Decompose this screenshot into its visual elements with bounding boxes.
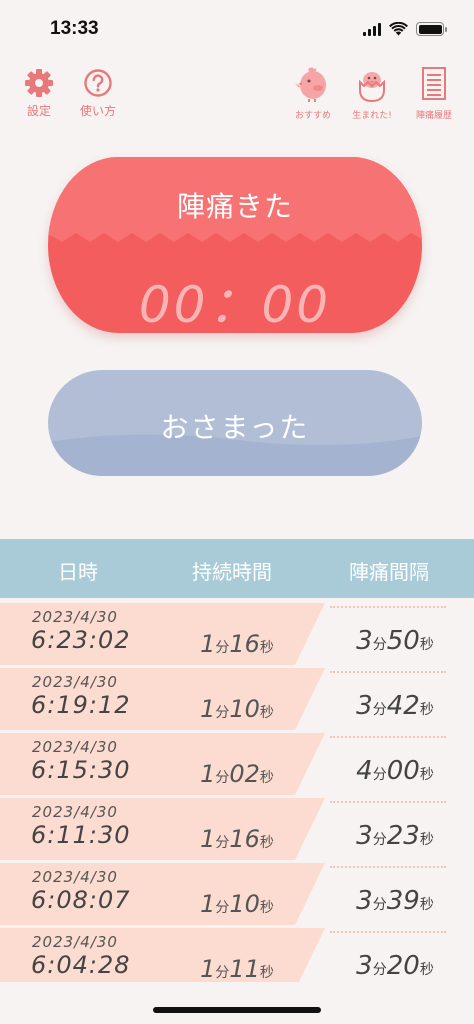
row-dotted-line: [330, 606, 446, 608]
status-time: 13:33: [50, 18, 99, 39]
settings-button[interactable]: 設定: [24, 68, 54, 119]
recommend-button[interactable]: おすすめ: [293, 66, 333, 121]
row-date: 2023/4/30: [32, 738, 118, 756]
history-label: 陣痛履歴: [415, 111, 452, 121]
wifi-icon: [389, 22, 408, 36]
row-interval: 3分50秒: [356, 626, 434, 656]
row-time: 6:23:02: [31, 626, 131, 654]
table-row[interactable]: 2023/4/30 6:08:07 1分10秒 3分39秒: [0, 860, 474, 925]
history-table-header: 日時 持続時間 陣痛間隔: [0, 539, 474, 598]
table-row[interactable]: 2023/4/30 6:19:12 1分10秒 3分42秒: [0, 665, 474, 730]
row-date: 2023/4/30: [32, 673, 118, 691]
row-time: 6:19:12: [31, 691, 131, 719]
table-row[interactable]: 2023/4/30 6:04:28 1分11秒 3分20秒: [0, 925, 474, 982]
contraction-timer: 00：00: [138, 276, 332, 333]
row-interval: 4分00秒: [356, 756, 434, 786]
document-list-icon: [422, 67, 446, 100]
contraction-stop-button[interactable]: おさまった: [48, 370, 422, 476]
row-duration: 1分16秒: [200, 825, 274, 853]
chick-icon: [295, 67, 326, 102]
gear-icon: [25, 69, 53, 97]
table-row[interactable]: 2023/4/30 6:11:30 1分16秒 3分23秒: [0, 795, 474, 860]
header-interval: 陣痛間隔: [349, 560, 429, 584]
row-date: 2023/4/30: [32, 933, 118, 951]
row-dotted-line: [330, 671, 446, 673]
contraction-stop-label: おさまった: [160, 411, 310, 444]
status-icons: [363, 22, 447, 36]
row-duration: 1分11秒: [200, 955, 274, 982]
row-date: 2023/4/30: [32, 608, 118, 626]
table-row[interactable]: 2023/4/30 6:15:30 1分02秒 4分00秒: [0, 730, 474, 795]
row-date: 2023/4/30: [32, 803, 118, 821]
howto-button[interactable]: 使い方: [80, 68, 116, 119]
recommend-label: おすすめ: [294, 111, 331, 121]
settings-label: 設定: [26, 104, 51, 118]
status-bar: 13:33: [0, 0, 474, 60]
question-circle-icon: [84, 69, 112, 97]
row-duration: 1分10秒: [200, 695, 274, 723]
header-datetime: 日時: [58, 560, 98, 584]
row-dotted-line: [330, 866, 446, 868]
history-list[interactable]: 2023/4/30 6:23:02 1分16秒 3分50秒 2023/4/30 …: [0, 600, 474, 982]
row-time: 6:08:07: [31, 886, 131, 914]
row-time: 6:11:30: [31, 821, 131, 849]
row-interval: 3分39秒: [356, 886, 434, 916]
row-date: 2023/4/30: [32, 868, 118, 886]
row-time: 6:04:28: [31, 951, 131, 979]
row-interval: 3分20秒: [356, 951, 434, 981]
row-duration: 1分16秒: [200, 630, 274, 658]
born-label: 生まれた!: [352, 111, 392, 121]
contraction-start-label: 陣痛きた: [176, 190, 293, 223]
row-time: 6:15:30: [31, 756, 131, 784]
row-interval: 3分23秒: [356, 821, 434, 851]
born-button[interactable]: 生まれた!: [352, 66, 392, 121]
row-dotted-line: [330, 801, 446, 803]
row-dotted-line: [330, 931, 446, 933]
cellular-signal-icon: [363, 22, 381, 36]
howto-label: 使い方: [80, 104, 117, 118]
table-row[interactable]: 2023/4/30 6:23:02 1分16秒 3分50秒: [0, 600, 474, 665]
header-duration: 持続時間: [192, 560, 272, 584]
history-button[interactable]: 陣痛履歴: [414, 66, 454, 121]
contraction-start-button[interactable]: 陣痛きた 00：00: [48, 157, 422, 333]
row-duration: 1分02秒: [200, 760, 274, 788]
row-duration: 1分10秒: [200, 890, 274, 918]
hatching-egg-icon: [359, 72, 385, 102]
home-indicator[interactable]: [153, 1007, 321, 1013]
row-interval: 3分42秒: [356, 691, 434, 721]
row-dotted-line: [330, 736, 446, 738]
battery-icon: [416, 22, 447, 36]
